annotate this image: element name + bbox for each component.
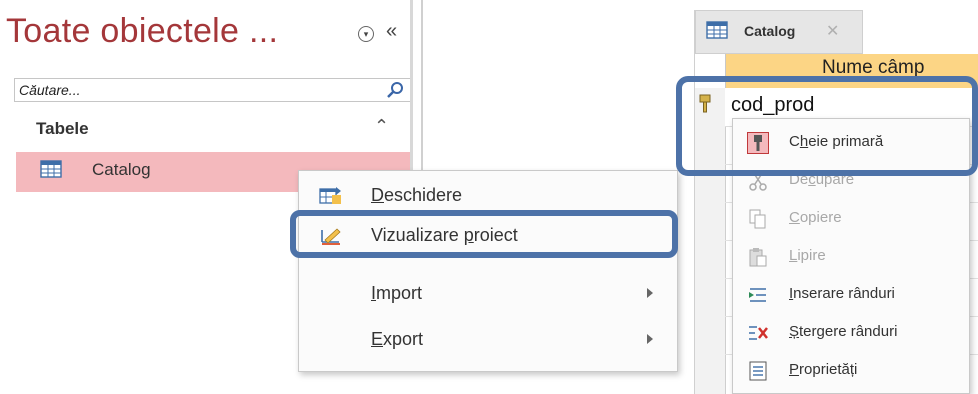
callout-highlight-primary-key: [676, 76, 978, 176]
menu-item-copy: Copiere: [733, 199, 969, 237]
menu-item-insert-rows[interactable]: Inserare rânduri: [733, 275, 969, 313]
paste-icon: [749, 248, 767, 267]
table-icon: [40, 160, 62, 178]
menu-item-import[interactable]: Import: [299, 275, 677, 313]
search-placeholder: Căutare...: [19, 82, 81, 98]
menu-item-delete-rows[interactable]: Ștergere rânduri: [733, 313, 969, 351]
menu-item-label: Inserare rânduri: [789, 285, 895, 302]
table-icon: [706, 21, 728, 39]
nav-item-label: Catalog: [92, 160, 151, 179]
tab-label: Catalog: [744, 23, 796, 39]
copy-icon: [749, 209, 766, 229]
menu-item-label: Export: [371, 329, 424, 349]
menu-item-label: Lipire: [789, 247, 826, 264]
object-context-menu: Deschidere Vizualizare proiect Import Ex…: [298, 170, 678, 372]
search-icon[interactable]: [386, 81, 404, 99]
menu-item-label: Proprietăți: [789, 361, 858, 378]
menu-item-export[interactable]: Export: [299, 321, 677, 359]
chevron-up-icon[interactable]: ⌃: [374, 116, 389, 137]
callout-highlight-design-view: [290, 210, 678, 258]
submenu-arrow-icon: [647, 288, 653, 298]
submenu-arrow-icon: [647, 334, 653, 344]
menu-item-label: Deschidere: [371, 185, 463, 205]
menu-item-label: Ștergere rânduri: [789, 323, 898, 340]
nav-pane-title[interactable]: Toate obiectele ...: [6, 12, 278, 51]
group-label: Tabele: [36, 119, 89, 138]
group-header-tables[interactable]: Tabele ⌃: [16, 114, 410, 144]
menu-item-label: Import: [371, 283, 423, 303]
insert-rows-icon: [749, 288, 766, 302]
menu-item-paste: Lipire: [733, 237, 969, 275]
menu-item-properties[interactable]: Proprietăți: [733, 351, 969, 389]
collapse-pane-icon[interactable]: «: [386, 20, 397, 43]
menu-item-label: Copiere: [789, 209, 842, 226]
open-table-icon: [319, 187, 341, 204]
search-input[interactable]: Căutare...: [14, 78, 411, 102]
properties-icon: [749, 361, 767, 381]
delete-rows-icon: [749, 326, 768, 340]
close-icon[interactable]: ✕: [826, 21, 839, 41]
document-tab-catalog[interactable]: Catalog ✕: [695, 10, 863, 54]
nav-dropdown-icon[interactable]: ▾: [358, 26, 374, 42]
